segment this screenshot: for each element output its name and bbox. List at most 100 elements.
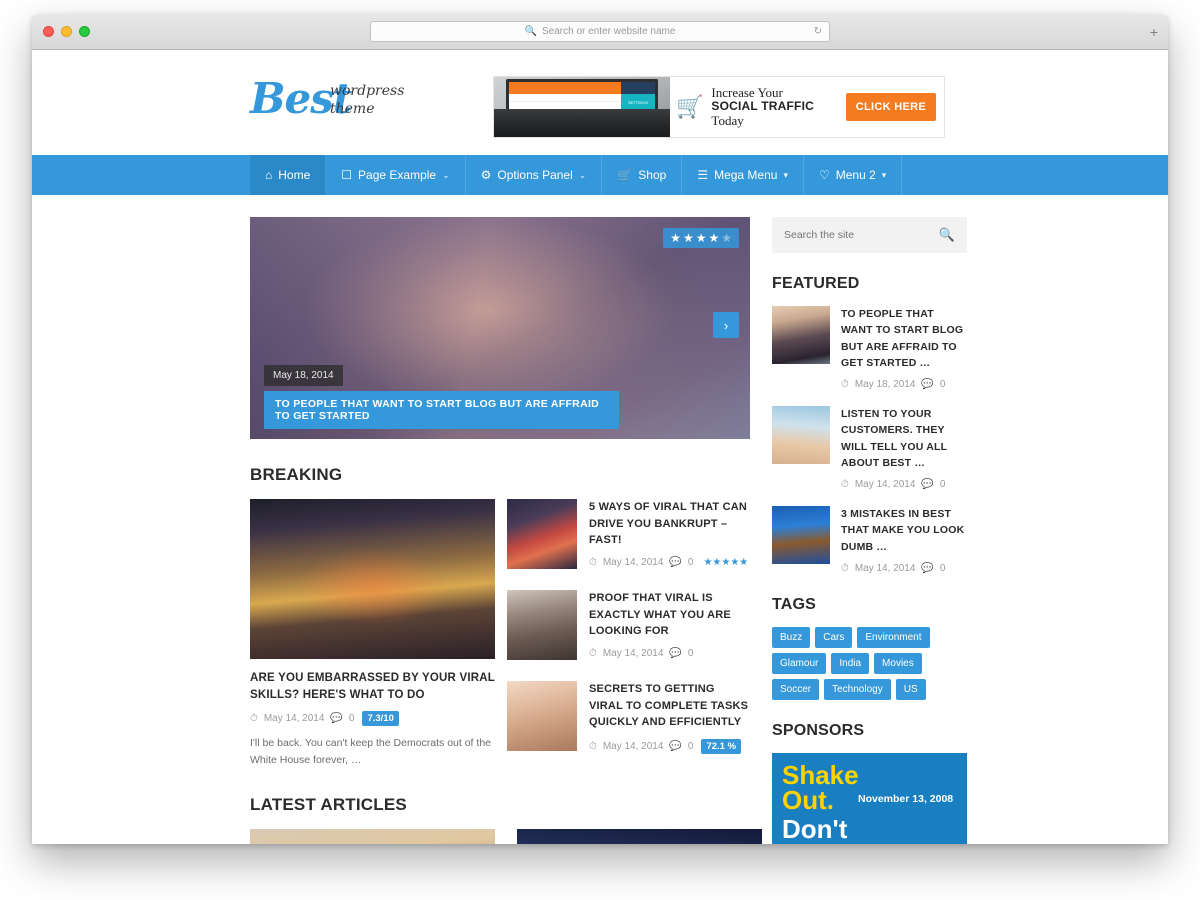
latest-articles-section xyxy=(250,828,762,844)
header-banner-ad[interactable]: SETTINGS 🛒 Increase Your SOCIAL TRAFFIC … xyxy=(493,76,945,138)
latest-article-image xyxy=(517,828,762,844)
breaking-feature-article[interactable]: ARE YOU EMBARRASSED BY YOUR VIRAL SKILLS… xyxy=(250,499,495,769)
cart-icon: 🛒 xyxy=(676,94,704,119)
latest-article-card[interactable] xyxy=(250,828,495,844)
nav-item-options-panel[interactable]: ⚙ Options Panel ⌄ xyxy=(466,155,603,195)
post-date: May 14, 2014 xyxy=(602,647,664,659)
breaking-feature-image xyxy=(250,499,495,659)
rating-stars: ★★★★★ xyxy=(703,556,749,568)
ad-click-here-button[interactable]: CLICK HERE xyxy=(845,93,936,121)
latest-articles-heading: LATEST ARTICLES xyxy=(250,794,407,814)
main-navigation: ⌂ Home ☐ Page Example ⌄ ⚙ Options Panel … xyxy=(32,155,1168,195)
breaking-item-title[interactable]: 5 WAYS OF VIRAL THAT CAN DRIVE YOU BANKR… xyxy=(589,499,750,549)
featured-item-thumbnail xyxy=(772,406,830,465)
nav-item-menu-2[interactable]: ♡ Menu 2 ▾ xyxy=(804,155,903,195)
search-icon: 🔍 xyxy=(524,26,538,37)
hero-slide-title[interactable]: TO PEOPLE THAT WANT TO START BLOG BUT AR… xyxy=(264,391,619,429)
ad-line-2: SOCIAL TRAFFIC xyxy=(711,99,814,114)
search-icon[interactable]: 🔍 xyxy=(939,227,955,243)
latest-article-card[interactable] xyxy=(517,828,762,844)
nav-item-page-example[interactable]: ☐ Page Example ⌄ xyxy=(326,155,466,195)
tag-cloud: Buzz Cars Environment Glamour India Movi… xyxy=(772,626,967,700)
comment-count: 0 xyxy=(939,479,946,491)
tag-cars[interactable]: Cars xyxy=(815,626,853,648)
comment-icon: 💬 xyxy=(921,379,934,391)
nav-item-shop[interactable]: 🛒 Shop xyxy=(602,155,683,195)
breaking-item-meta: ⏱ May 14, 2014 💬 0 72.1 % xyxy=(589,738,750,754)
home-icon: ⌂ xyxy=(265,168,273,182)
tag-environment[interactable]: Environment xyxy=(857,626,930,648)
cart-icon: 🛒 xyxy=(617,168,633,182)
new-tab-button[interactable]: + xyxy=(1150,24,1158,40)
breaking-item-title[interactable]: SECRETS TO GETTING VIRAL TO COMPLETE TAS… xyxy=(589,681,750,731)
address-bar[interactable]: 🔍 Search or enter website name ↻ xyxy=(370,21,830,42)
sponsor-banner[interactable]: Shake Out. November 13, 2008 Don't Freak… xyxy=(772,752,967,844)
ad-laptop-screen: SETTINGS xyxy=(506,79,658,109)
clock-icon: ⏱ xyxy=(589,556,597,568)
breaking-feature-meta: ⏱ May 14, 2014 💬 0 7.3/10 xyxy=(250,711,495,727)
tag-india[interactable]: India xyxy=(831,652,870,674)
featured-item-meta: ⏱ May 14, 2014 💬 0 xyxy=(841,563,967,574)
sponsors-heading: SPONSORS xyxy=(772,721,865,739)
logo-subtitle-line2: theme xyxy=(330,100,375,117)
slider-next-button[interactable]: › xyxy=(713,312,739,338)
sponsor-dont-freak-out-text: Don't Freak Out. xyxy=(782,813,851,844)
search-input[interactable] xyxy=(784,229,939,241)
breaking-list: 5 WAYS OF VIRAL THAT CAN DRIVE YOU BANKR… xyxy=(507,499,750,769)
tag-buzz[interactable]: Buzz xyxy=(772,626,811,648)
minimize-window-button[interactable] xyxy=(61,26,72,37)
maximize-window-button[interactable] xyxy=(79,26,90,37)
window-controls[interactable] xyxy=(43,26,90,37)
tag-technology[interactable]: Technology xyxy=(824,678,891,700)
breaking-feature-excerpt: I'll be back. You can't keep the Democra… xyxy=(250,737,491,767)
featured-item-thumbnail xyxy=(772,306,830,364)
featured-item[interactable]: LISTEN TO YOUR CUSTOMERS. THEY WILL TELL… xyxy=(772,406,967,490)
post-date: May 14, 2014 xyxy=(602,740,664,752)
breaking-item-title[interactable]: PROOF THAT VIRAL IS EXACTLY WHAT YOU ARE… xyxy=(589,590,750,640)
breaking-list-item[interactable]: SECRETS TO GETTING VIRAL TO COMPLETE TAS… xyxy=(507,681,750,754)
breaking-item-thumbnail xyxy=(507,681,577,751)
nav-item-mega-menu[interactable]: ☰ Mega Menu ▾ xyxy=(682,155,804,195)
sponsor-line-3: Don't xyxy=(782,813,848,844)
page-body: ★ ★ ★ ★ ★ › May 18, 2014 TO PEOPLE THAT … xyxy=(32,195,1168,844)
comment-icon: 💬 xyxy=(669,556,682,568)
featured-item-title[interactable]: TO PEOPLE THAT WANT TO START BLOG BUT AR… xyxy=(841,306,967,371)
clock-icon: ⏱ xyxy=(589,647,597,659)
caret-down-icon: ▾ xyxy=(881,169,887,180)
sidebar-search-box[interactable]: 🔍 xyxy=(772,217,967,253)
caret-down-icon: ▾ xyxy=(783,169,788,180)
tag-glamour[interactable]: Glamour xyxy=(772,652,827,674)
featured-item[interactable]: TO PEOPLE THAT WANT TO START BLOG BUT AR… xyxy=(772,306,967,390)
latest-article-image xyxy=(250,828,495,844)
featured-item[interactable]: 3 MISTAKES IN BEST THAT MAKE YOU LOOK DU… xyxy=(772,506,967,574)
nav-label: Menu 2 xyxy=(835,168,876,182)
hero-slider[interactable]: ★ ★ ★ ★ ★ › May 18, 2014 TO PEOPLE THAT … xyxy=(250,217,750,439)
address-bar-placeholder: Search or enter website name xyxy=(542,26,676,37)
clock-icon: ⏱ xyxy=(841,479,849,491)
breaking-list-item[interactable]: PROOF THAT VIRAL IS EXACTLY WHAT YOU ARE… xyxy=(507,590,750,660)
comment-count: 0 xyxy=(348,713,355,725)
tag-movies[interactable]: Movies xyxy=(874,652,922,674)
tags-heading: TAGS xyxy=(772,595,817,613)
post-date: May 14, 2014 xyxy=(854,562,916,574)
tag-us[interactable]: US xyxy=(895,678,926,700)
ad-laptop-image: SETTINGS xyxy=(494,77,670,137)
sponsor-line-2: Out. xyxy=(782,784,834,815)
close-window-button[interactable] xyxy=(43,26,54,37)
chevron-down-icon: ⌄ xyxy=(442,169,450,180)
breaking-list-item[interactable]: 5 WAYS OF VIRAL THAT CAN DRIVE YOU BANKR… xyxy=(507,499,750,569)
site-logo[interactable]: Best wordpress theme xyxy=(250,78,404,120)
tag-soccer[interactable]: Soccer xyxy=(772,678,820,700)
list-icon: ☰ xyxy=(697,168,709,182)
featured-item-title[interactable]: LISTEN TO YOUR CUSTOMERS. THEY WILL TELL… xyxy=(841,406,967,471)
reload-icon[interactable]: ↻ xyxy=(814,26,822,37)
breaking-item-body: PROOF THAT VIRAL IS EXACTLY WHAT YOU ARE… xyxy=(589,590,750,660)
nav-label: Page Example xyxy=(358,168,437,182)
browser-chrome-bar: 🔍 Search or enter website name ↻ + xyxy=(32,14,1168,50)
nav-item-home[interactable]: ⌂ Home xyxy=(250,155,327,195)
featured-item-title[interactable]: 3 MISTAKES IN BEST THAT MAKE YOU LOOK DU… xyxy=(841,506,967,555)
breaking-feature-title[interactable]: ARE YOU EMBARRASSED BY YOUR VIRAL SKILLS… xyxy=(250,670,495,703)
featured-item-body: 3 MISTAKES IN BEST THAT MAKE YOU LOOK DU… xyxy=(841,506,967,574)
comment-count: 0 xyxy=(939,379,946,391)
post-date: May 18, 2014 xyxy=(854,379,916,391)
